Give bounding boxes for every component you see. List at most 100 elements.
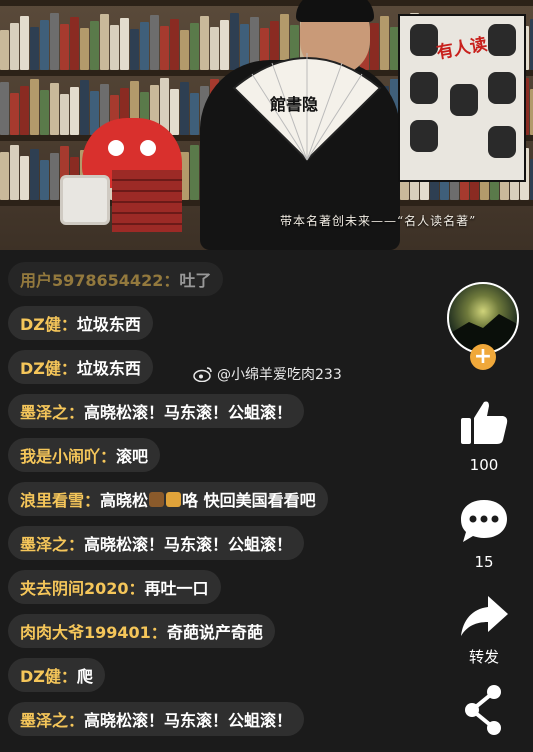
book-spine	[10, 93, 19, 135]
live-video[interactable]: 館書隐 有人读 带本名著创未来——“名人读名著”	[0, 0, 533, 250]
comment-username[interactable]: 肉肉大爷199401：	[20, 619, 167, 643]
poop-emoji-icon	[149, 491, 165, 507]
book-spine	[20, 156, 29, 200]
comment-item[interactable]: 用户5978654422： 吐了	[8, 262, 224, 296]
weibo-watermark: @小绵羊爱吃肉233	[193, 364, 342, 384]
comment-item[interactable]: DZ健：爬	[8, 658, 105, 692]
fan-text: 館書隐	[270, 95, 318, 114]
comment-text: 滚吧	[116, 447, 149, 466]
poster-title: 有人读	[435, 34, 489, 64]
comment-username[interactable]: 我是小闹吖：	[20, 443, 116, 467]
book-spine	[30, 79, 39, 135]
book-spine	[0, 152, 9, 200]
comment-item[interactable]: 墨泽之： 高晓松滚！马东滚！公蛆滚！	[8, 702, 305, 736]
share-nodes-icon	[465, 685, 501, 735]
thumbs-up-icon	[461, 401, 508, 444]
comment-username[interactable]: 墨泽之：	[20, 531, 84, 555]
comment-item[interactable]: DZ健： 垃圾东西	[8, 350, 153, 384]
book-spine	[10, 145, 19, 200]
poster-portrait	[410, 72, 438, 104]
comment-button[interactable]: 15	[456, 497, 512, 571]
comment-username[interactable]: DZ健：	[20, 355, 77, 379]
smart-speaker	[60, 175, 110, 225]
comment-username[interactable]: 用户5978654422：	[20, 267, 179, 291]
book-spine	[40, 20, 49, 70]
book-spine	[200, 16, 209, 70]
video-subtitle: 带本名著创未来——“名人读名著”	[280, 214, 477, 228]
weibo-icon	[193, 367, 212, 382]
book-spine	[170, 89, 179, 135]
book-spine	[180, 82, 189, 135]
comment-text: 高晓松滚！马东滚！公蛆滚！	[84, 403, 293, 422]
book-spine	[140, 22, 149, 70]
follow-button[interactable]: +	[470, 344, 496, 370]
book-spine	[80, 28, 89, 70]
comment-text: 爬	[76, 667, 93, 686]
poster-portrait	[488, 126, 516, 158]
comment-item[interactable]: 夹去阴间2020： 再吐一口	[8, 570, 221, 604]
live-comments: 用户5978654422： 吐了 DZ健： 垃圾东西 DZ健： 垃圾东西 墨泽之： 高晓…	[8, 262, 438, 746]
event-poster: 有人读	[398, 14, 526, 182]
share-button[interactable]: 转发	[456, 592, 512, 667]
comment-icon	[461, 500, 507, 542]
comment-text: 咯 快回美国看看吧	[182, 491, 316, 510]
book-spine	[130, 29, 139, 70]
like-count: 100	[469, 456, 499, 474]
book-spine	[190, 23, 199, 70]
watermark-text: @小绵羊爱吃肉233	[217, 367, 342, 383]
comment-text: 再吐一口	[144, 579, 209, 598]
like-button[interactable]: 100	[456, 398, 512, 474]
mascot-eye	[140, 140, 156, 156]
comment-item[interactable]: DZ健： 垃圾东西	[8, 306, 153, 340]
book-spine	[110, 25, 119, 70]
book-spine	[20, 86, 29, 135]
comment-count: 15	[474, 553, 494, 571]
comment-username[interactable]: 夹去阴间2020：	[20, 575, 145, 599]
comment-text: 垃圾东西	[76, 359, 141, 378]
comment-text: 高晓松滚！马东滚！公蛆滚！	[84, 711, 293, 730]
couple-emoji-icon	[166, 491, 182, 507]
book-spine	[210, 27, 219, 70]
book-spine	[0, 82, 9, 135]
red-book-stack	[112, 170, 182, 232]
book-spine	[50, 153, 59, 200]
comment-username[interactable]: DZ健：	[20, 663, 77, 687]
comment-item[interactable]: 浪里看雪： 高晓松 咯 快回美国看看吧	[8, 482, 328, 516]
book-spine	[160, 26, 169, 70]
book-spine	[50, 83, 59, 135]
poster-portrait	[488, 24, 516, 56]
book-spine	[170, 19, 179, 70]
shelf	[0, 0, 533, 6]
mascot-eye	[108, 140, 124, 156]
book-spine	[180, 30, 189, 70]
book-spine	[60, 94, 69, 135]
more-share-button[interactable]	[456, 680, 512, 744]
comment-text: 吐了	[179, 271, 212, 290]
book-spine	[80, 80, 89, 135]
share-label: 转发	[468, 648, 499, 666]
comment-text: 高晓松滚！马东滚！公蛆滚！	[84, 535, 293, 554]
poster-portrait	[450, 84, 478, 116]
comment-text: 垃圾东西	[76, 315, 141, 334]
share-arrow-icon	[461, 596, 508, 636]
comment-username[interactable]: DZ健：	[20, 311, 77, 335]
book-spine	[90, 21, 99, 70]
comment-username[interactable]: 墨泽之：	[20, 399, 84, 423]
book-spine	[20, 16, 29, 70]
book-spine	[190, 93, 199, 135]
book-spine	[70, 17, 79, 70]
book-spine	[70, 87, 79, 135]
comment-text: 高晓松	[100, 491, 149, 510]
comment-item[interactable]: 墨泽之： 高晓松滚！马东滚！公蛆滚！	[8, 526, 305, 560]
comment-item[interactable]: 墨泽之： 高晓松滚！马东滚！公蛆滚！	[8, 394, 305, 428]
comment-item[interactable]: 肉肉大爷199401： 奇葩说产奇葩	[8, 614, 275, 648]
book-spine	[30, 149, 39, 200]
poster-portrait	[410, 120, 438, 152]
comment-username[interactable]: 墨泽之：	[20, 707, 84, 731]
book-spine	[220, 20, 229, 70]
comment-username[interactable]: 浪里看雪：	[20, 487, 100, 511]
book-spine	[120, 18, 129, 70]
host-hair	[296, 0, 374, 22]
book-spine	[150, 15, 159, 70]
comment-item[interactable]: 我是小闹吖： 滚吧	[8, 438, 161, 472]
